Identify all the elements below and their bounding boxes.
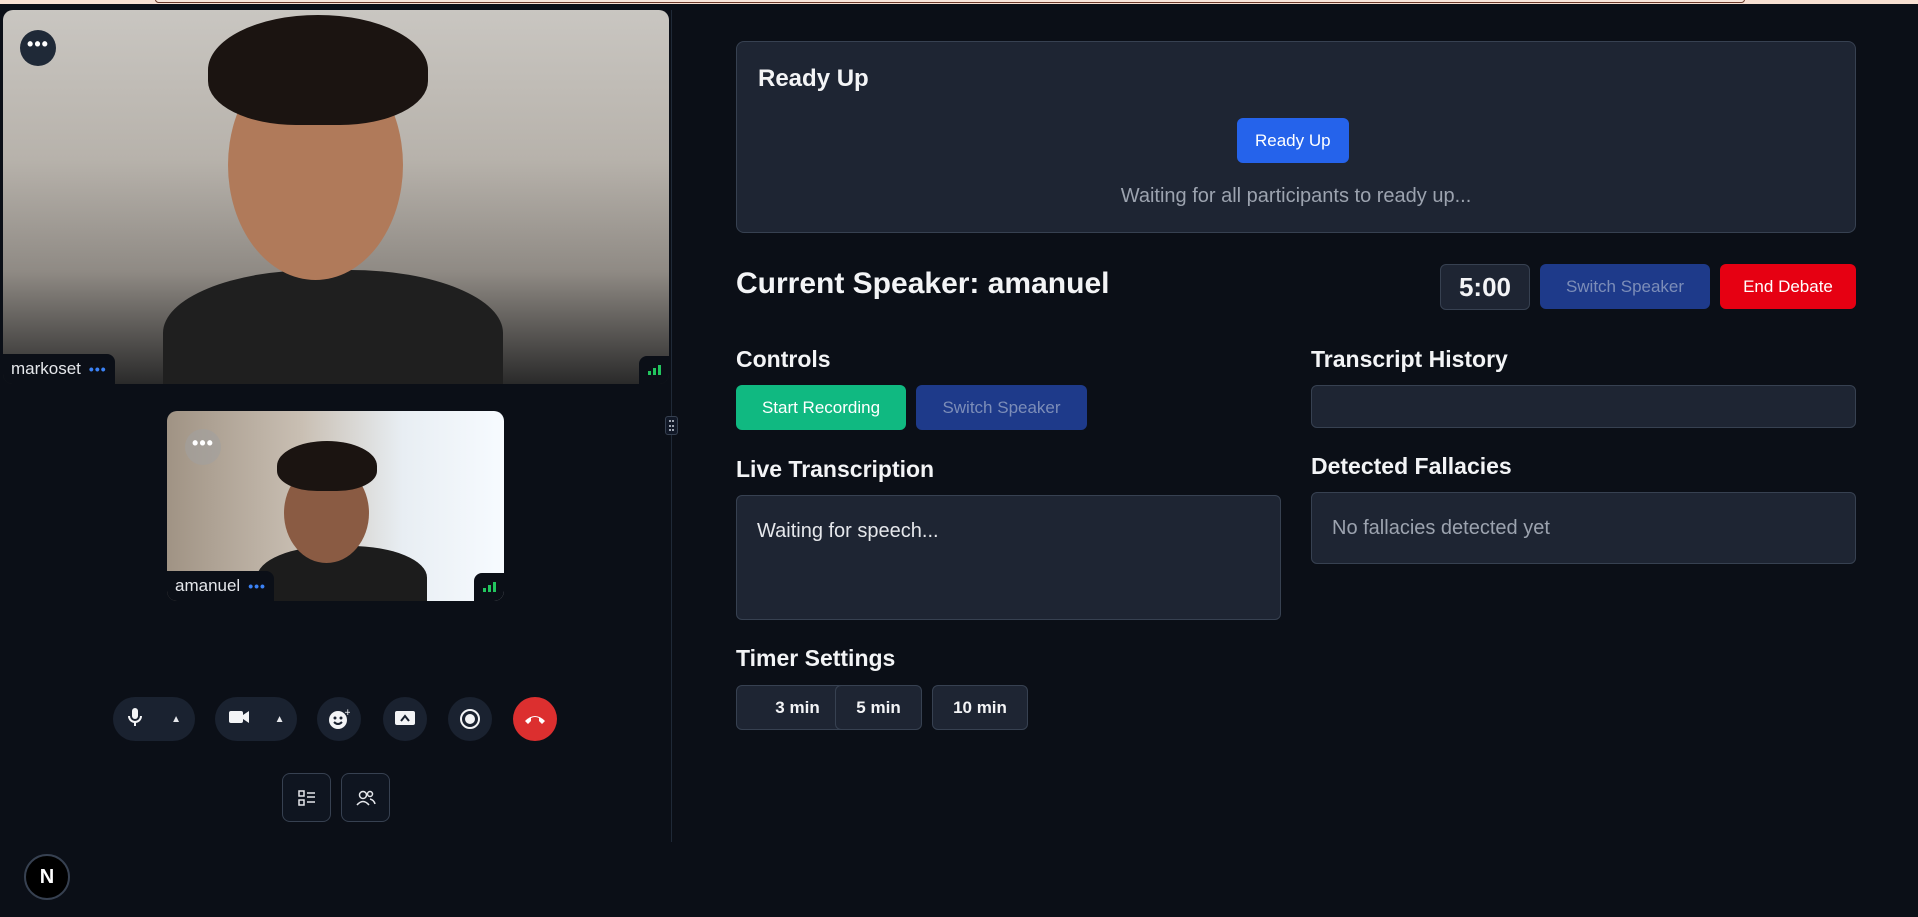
- camera-group[interactable]: ▲: [215, 697, 297, 741]
- camera-icon[interactable]: [228, 709, 250, 730]
- switch-speaker-control-button[interactable]: Switch Speaker: [916, 385, 1087, 430]
- call-controls: ▲ ▲ +: [113, 697, 557, 741]
- video-tile-markoset[interactable]: ••• markoset •••: [3, 10, 669, 384]
- detected-fallacies-heading: Detected Fallacies: [1311, 453, 1512, 479]
- live-transcription-heading: Live Transcription: [736, 456, 935, 482]
- current-speaker-title: Current Speaker: amanuel: [736, 267, 1110, 300]
- tile-menu-button[interactable]: •••: [20, 30, 56, 66]
- chevron-up-icon[interactable]: ▲: [275, 714, 285, 725]
- hang-up-icon[interactable]: [513, 697, 557, 741]
- signal-strength-icon: [474, 573, 504, 601]
- ready-up-panel: Ready Up Ready Up Waiting for all partic…: [736, 41, 1856, 233]
- microphone-group[interactable]: ▲: [113, 697, 195, 741]
- nextjs-badge-icon[interactable]: N: [24, 854, 70, 900]
- controls-heading: Controls: [736, 346, 831, 372]
- layout-list-icon[interactable]: [282, 773, 331, 822]
- end-debate-button[interactable]: End Debate: [1720, 264, 1856, 309]
- screen-share-icon[interactable]: [383, 697, 427, 741]
- participant-name-tag: amanuel •••: [167, 571, 274, 601]
- participant-name: amanuel: [175, 576, 241, 595]
- participant-video-hair: [277, 441, 377, 491]
- timer-option-10min[interactable]: 10 min: [932, 685, 1028, 730]
- video-tile-amanuel[interactable]: ••• amanuel •••: [167, 411, 504, 601]
- ready-status-text: Waiting for all participants to ready up…: [1120, 185, 1472, 207]
- svg-text:+: +: [344, 708, 350, 718]
- emoji-reaction-icon[interactable]: +: [317, 697, 361, 741]
- start-recording-button[interactable]: Start Recording: [736, 385, 906, 430]
- participant-name-tag: markoset •••: [3, 354, 115, 384]
- people-icon[interactable]: [341, 773, 390, 822]
- address-bar-edge: [155, 0, 1745, 3]
- signal-strength-icon: [639, 356, 669, 384]
- live-transcription-box: Waiting for speech...: [736, 495, 1281, 620]
- timer-option-5min[interactable]: 5 min: [835, 685, 922, 730]
- record-icon[interactable]: [448, 697, 492, 741]
- resize-handle[interactable]: [665, 416, 678, 435]
- tile-menu-button[interactable]: •••: [185, 429, 221, 465]
- participant-video-body: [163, 270, 503, 384]
- participant-video-hair: [208, 15, 428, 125]
- chevron-up-icon[interactable]: ▲: [171, 714, 181, 725]
- participant-name: markoset: [11, 359, 81, 378]
- name-tag-menu-icon[interactable]: •••: [248, 571, 266, 601]
- switch-speaker-button[interactable]: Switch Speaker: [1540, 264, 1710, 309]
- microphone-icon[interactable]: [127, 707, 143, 732]
- timer-settings-heading: Timer Settings: [736, 645, 896, 671]
- browser-top-strip: [0, 0, 1918, 4]
- ready-up-button[interactable]: Ready Up: [1237, 118, 1349, 163]
- debate-timer: 5:00: [1440, 264, 1530, 310]
- transcript-history-box: [1311, 385, 1856, 428]
- name-tag-menu-icon[interactable]: •••: [89, 354, 107, 384]
- transcript-history-heading: Transcript History: [1311, 346, 1508, 372]
- detected-fallacies-box: No fallacies detected yet: [1311, 492, 1856, 564]
- ready-up-title: Ready Up: [758, 65, 869, 92]
